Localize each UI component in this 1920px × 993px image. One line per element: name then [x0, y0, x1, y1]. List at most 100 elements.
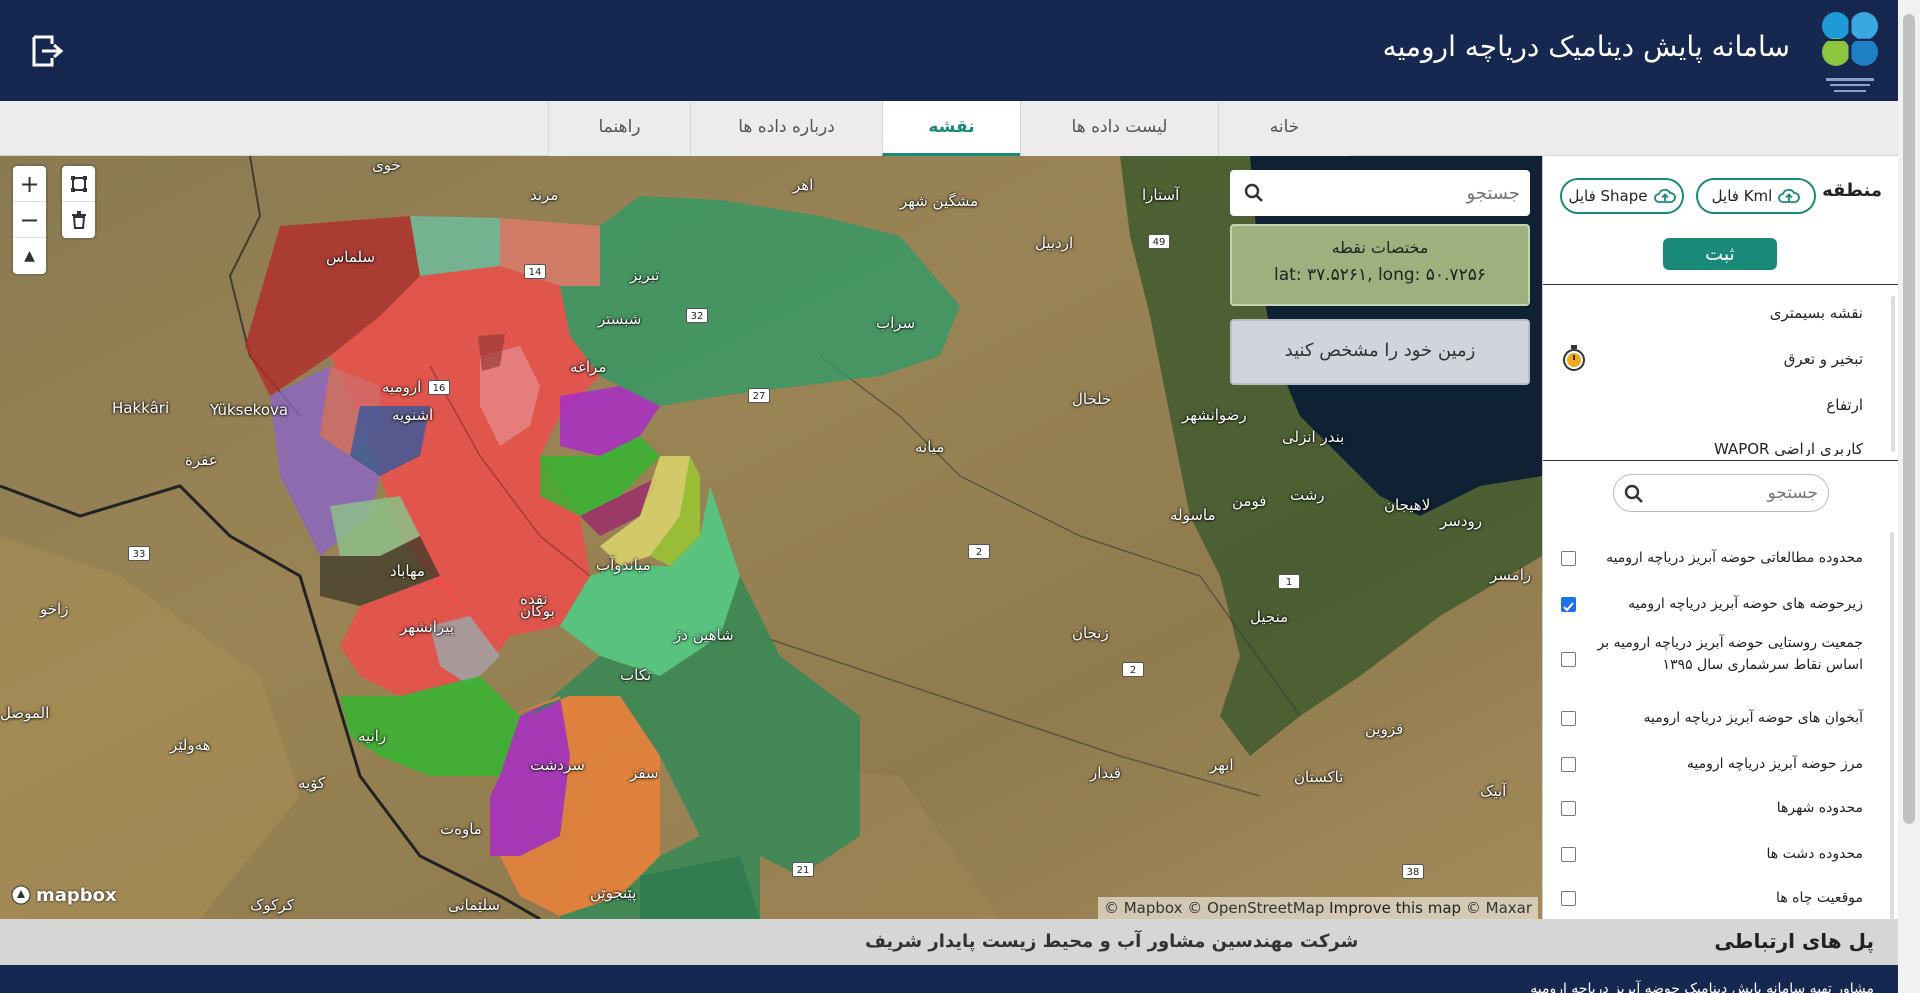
trash-button[interactable]: [62, 202, 95, 238]
road-badge: 1: [1278, 574, 1300, 589]
map-label-naqadeh: نقده: [520, 590, 548, 608]
tab-home[interactable]: خانه: [1218, 101, 1350, 156]
layer-label: موقعیت چاه ها: [1776, 890, 1863, 906]
road-badge: 14: [524, 264, 546, 279]
define-land-button[interactable]: زمین خود را مشخص کنید: [1230, 319, 1530, 385]
map-search-input[interactable]: [1280, 170, 1520, 216]
layer-checkbox[interactable]: [1561, 847, 1576, 862]
map-label-tikab: تکاب: [620, 666, 652, 684]
map-label-kirkuk: کرکوک: [250, 896, 294, 914]
map-attribution: © Mapbox © OpenStreetMap Improve this ma…: [1097, 897, 1538, 919]
map-label-rudsar: رودسر: [1440, 512, 1483, 530]
layer-label: محدوده شهرها: [1776, 800, 1863, 816]
tab-map[interactable]: نقشه: [882, 101, 1020, 156]
cloud-upload-icon: [1653, 188, 1676, 203]
layer-checkbox[interactable]: [1561, 711, 1576, 726]
stopwatch-icon[interactable]: [1561, 344, 1587, 372]
zoom-controls: + − ▲: [13, 166, 46, 274]
compass-button[interactable]: ▲: [13, 238, 46, 274]
layer-label: محدوده مطالعاتی حوضه آبریز دریاچه ارومیه: [1606, 550, 1863, 566]
base-layer-item[interactable]: نقشه بسیمتری: [1770, 304, 1863, 322]
map-label-astara: آستارا: [1142, 186, 1180, 204]
layer-label: محدوده دشت ها: [1766, 846, 1863, 862]
trash-icon: [71, 211, 86, 229]
draw-polygon-button[interactable]: [62, 166, 95, 202]
map-canvas[interactable]: اردبیل تبریز زنجان رشت قزوین خلخال آستار…: [0, 156, 1542, 919]
layer-row: محدوده مطالعاتی حوضه آبریز دریاچه ارومیه: [1543, 540, 1898, 576]
road-badge: 38: [1402, 864, 1424, 879]
map-label-lahijan: لاهیجان: [1384, 496, 1431, 514]
layer-checkbox[interactable]: [1561, 652, 1576, 667]
map-label-ramsar: رامسر: [1490, 566, 1532, 584]
main-nav: خانه لیست داده ها نقشه درباره داده ها را…: [0, 101, 1898, 156]
zoom-in-button[interactable]: +: [13, 166, 46, 202]
base-layer-item[interactable]: کاربری اراضی WAPOR: [1714, 440, 1863, 456]
divider: [1543, 460, 1898, 461]
map-label-abyek: آبیک: [1480, 782, 1507, 800]
tab-about-data[interactable]: درباره داده ها: [690, 101, 882, 156]
map-label-mosul: الموصل: [0, 704, 50, 722]
map-label-hakkari: Hakkâri: [112, 399, 170, 417]
tab-data-list[interactable]: لیست داده ها: [1020, 101, 1218, 156]
map-label-koya: کۆیە: [298, 774, 326, 792]
layer-label: زیرحوضه های حوضه آبریز دریاچه ارومیه: [1628, 596, 1863, 612]
zoom-out-button[interactable]: −: [13, 202, 46, 238]
region-label: منطقه: [1822, 180, 1882, 201]
map-label-khalkhal: خلخال: [1072, 390, 1112, 408]
map-label-oshnavieh: اشنویه: [392, 406, 434, 424]
layer-checkbox[interactable]: [1561, 801, 1576, 816]
map-label-piranshahr: پیرانشهر: [400, 618, 454, 636]
map-label-banjwen: پێنجوێن: [590, 884, 637, 902]
base-layer-item[interactable]: ارتفاع: [1826, 396, 1863, 414]
upload-shape-button[interactable]: فایل Shape: [1560, 178, 1684, 214]
submit-button[interactable]: ثبت: [1663, 238, 1777, 270]
app-title: سامانه پایش دینامیک دریاچه ارومیه: [1382, 30, 1790, 63]
checkmark-icon: [1563, 602, 1574, 612]
layer-search-input[interactable]: [1650, 475, 1818, 511]
attribution-maxar[interactable]: © Maxar: [1466, 899, 1532, 917]
map-label-shahin-dej: شاهین دژ: [674, 626, 734, 644]
map-label-tabriz: تبریز: [630, 266, 660, 284]
layer-row: آبخوان های حوضه آبریز دریاچه ارومیه: [1543, 700, 1898, 736]
mapbox-icon: [11, 885, 31, 905]
base-layer-list: نقشه بسیمتری تبخیر و تعرق ارتفاع کاربری …: [1543, 284, 1898, 456]
layer-checkbox[interactable]: [1561, 891, 1576, 906]
page-scrollbar-thumb[interactable]: [1903, 14, 1915, 824]
road-badge: 2: [968, 544, 990, 559]
map-label-qeydar: قیدار: [1090, 764, 1121, 782]
tab-guide[interactable]: راهنما: [548, 101, 690, 156]
footer-company: شرکت مهندسین مشاور آب و محیط زیست پایدار…: [865, 931, 1359, 952]
map-label-ahar: اهر: [793, 176, 814, 194]
layer-row: زیرحوضه های حوضه آبریز دریاچه ارومیه: [1543, 586, 1898, 622]
layer-checkbox[interactable]: [1561, 757, 1576, 772]
attribution-mapbox[interactable]: © Mapbox: [1104, 899, 1183, 917]
attribution-improve-link[interactable]: Improve this map: [1329, 899, 1461, 917]
lake-urmia-logo: [1822, 12, 1878, 92]
attribution-osm[interactable]: © OpenStreetMap: [1187, 899, 1324, 917]
layer-checkbox[interactable]: [1561, 551, 1576, 566]
map-label-abhar: ابهر: [1210, 756, 1234, 774]
base-layer-item[interactable]: تبخیر و تعرق: [1784, 350, 1863, 368]
road-badge: 32: [686, 308, 708, 323]
map-label-masouleh: ماسوله: [1170, 506, 1216, 524]
road-badge: 27: [748, 388, 770, 403]
coordinates-title: مختصات نقطه: [1331, 238, 1429, 257]
map-label-meshginshahr: مشگین شهر: [900, 192, 979, 210]
map-label-sulaymaniyah: سلێمانی: [448, 896, 500, 914]
map-label-sarab: سراب: [876, 314, 916, 332]
map-label-salmas: سلماس: [326, 248, 376, 266]
base-layer-scrollbar[interactable]: [1891, 296, 1895, 452]
header: سامانه پایش دینامیک دریاچه ارومیه: [0, 0, 1898, 101]
mapbox-logo[interactable]: mapbox: [10, 884, 117, 906]
mapbox-logo-text: mapbox: [36, 884, 117, 906]
map-label-marand: مرند: [530, 186, 559, 204]
map-label-takestan: تاکستان: [1294, 768, 1344, 786]
layer-checkbox[interactable]: [1561, 597, 1576, 612]
search-icon: [1244, 183, 1263, 202]
page-scrollbar[interactable]: [1898, 0, 1920, 993]
map-label-zakho: زاخو: [40, 600, 69, 618]
upload-kml-button[interactable]: فایل Kml: [1696, 178, 1816, 214]
road-badge: 2: [1122, 662, 1144, 677]
logout-icon[interactable]: [30, 34, 64, 68]
map-label-rezvanshahr: رضوانشهر: [1182, 406, 1247, 424]
